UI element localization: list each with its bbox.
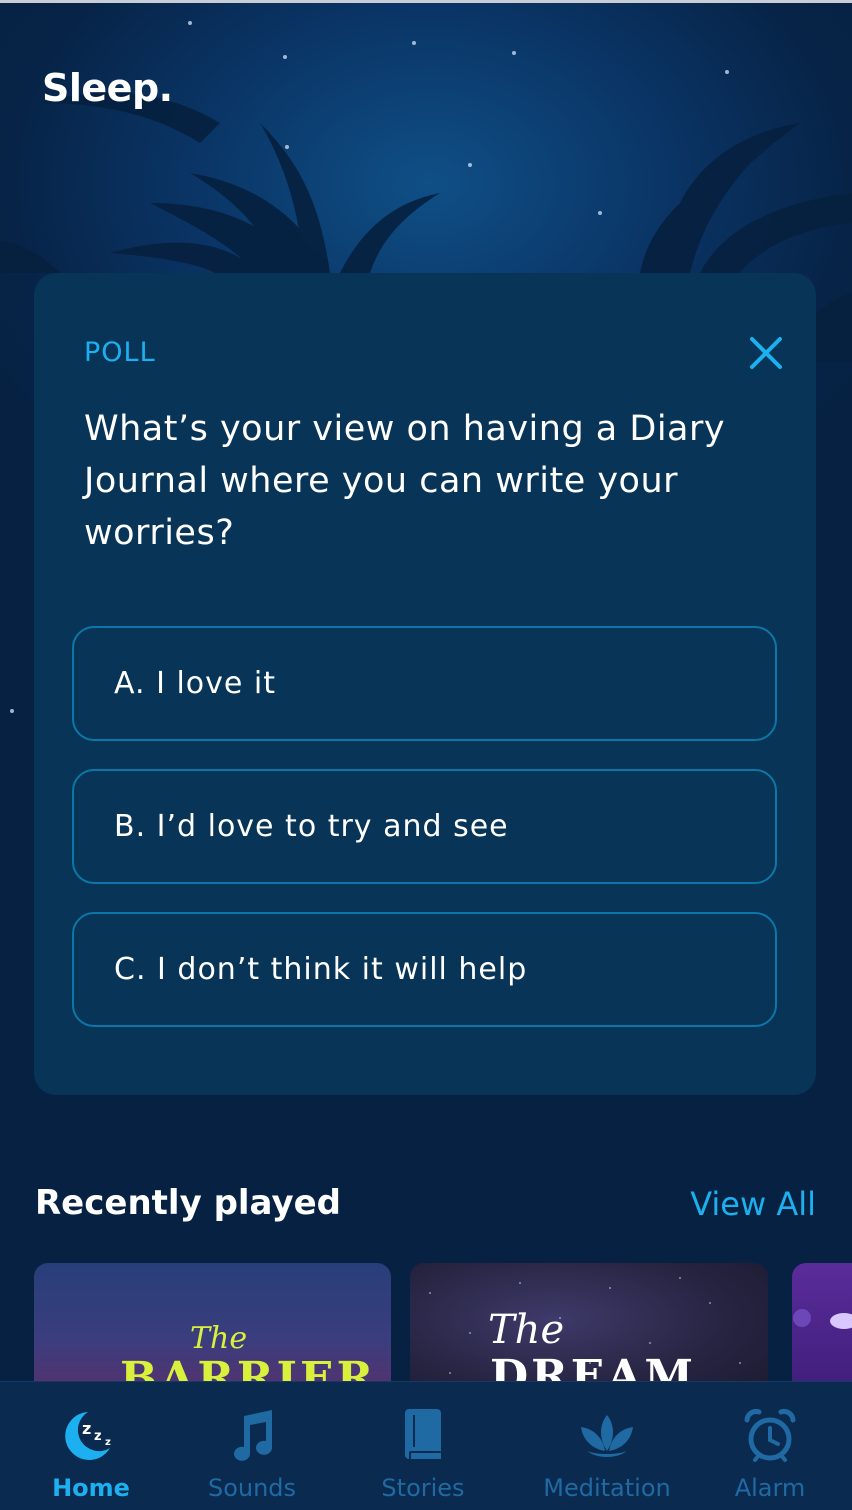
nav-item-meditation[interactable]: Meditation xyxy=(542,1382,672,1510)
poll-option-b[interactable]: B. I’d love to try and see xyxy=(72,769,777,884)
bottom-nav: z z z Home Sounds Stories Meditation Ala… xyxy=(0,1381,852,1510)
svg-text:z: z xyxy=(82,1419,91,1438)
nav-label-stories: Stories xyxy=(381,1474,465,1502)
poll-card: POLL What’s your view on having a Diary … xyxy=(34,273,816,1095)
poll-label: POLL xyxy=(84,337,156,368)
close-icon[interactable] xyxy=(746,333,786,373)
nav-label-home: Home xyxy=(52,1474,130,1502)
poll-option-label: A. I love it xyxy=(114,666,276,701)
nav-item-stories[interactable]: Stories xyxy=(374,1382,472,1510)
svg-text:z: z xyxy=(105,1437,111,1448)
nav-label-alarm: Alarm xyxy=(734,1474,806,1502)
alarm-clock-icon xyxy=(743,1406,797,1466)
poll-question: What’s your view on having a Diary Journ… xyxy=(84,409,726,553)
card-script-text: The xyxy=(488,1307,565,1353)
music-note-icon xyxy=(226,1406,278,1466)
book-icon xyxy=(401,1406,445,1466)
nav-label-sounds: Sounds xyxy=(207,1474,297,1502)
lotus-icon xyxy=(577,1406,637,1466)
moon-zzz-icon: z z z xyxy=(58,1406,124,1466)
recently-played-title: Recently played xyxy=(35,1183,342,1223)
poll-option-c[interactable]: C. I don’t think it will help xyxy=(72,912,777,1027)
nav-item-alarm[interactable]: Alarm xyxy=(728,1382,812,1510)
nav-item-home[interactable]: z z z Home xyxy=(40,1382,142,1510)
poll-option-label: C. I don’t think it will help xyxy=(114,952,528,987)
svg-text:z: z xyxy=(94,1429,102,1444)
card-script-text: The xyxy=(190,1321,248,1356)
poll-option-label: B. I’d love to try and see xyxy=(114,809,509,844)
view-all-link[interactable]: View All xyxy=(690,1185,816,1223)
nav-label-meditation: Meditation xyxy=(543,1474,671,1502)
app-title: Sleep. xyxy=(42,66,173,110)
poll-option-a[interactable]: A. I love it xyxy=(72,626,777,741)
nav-item-sounds[interactable]: Sounds xyxy=(202,1382,302,1510)
